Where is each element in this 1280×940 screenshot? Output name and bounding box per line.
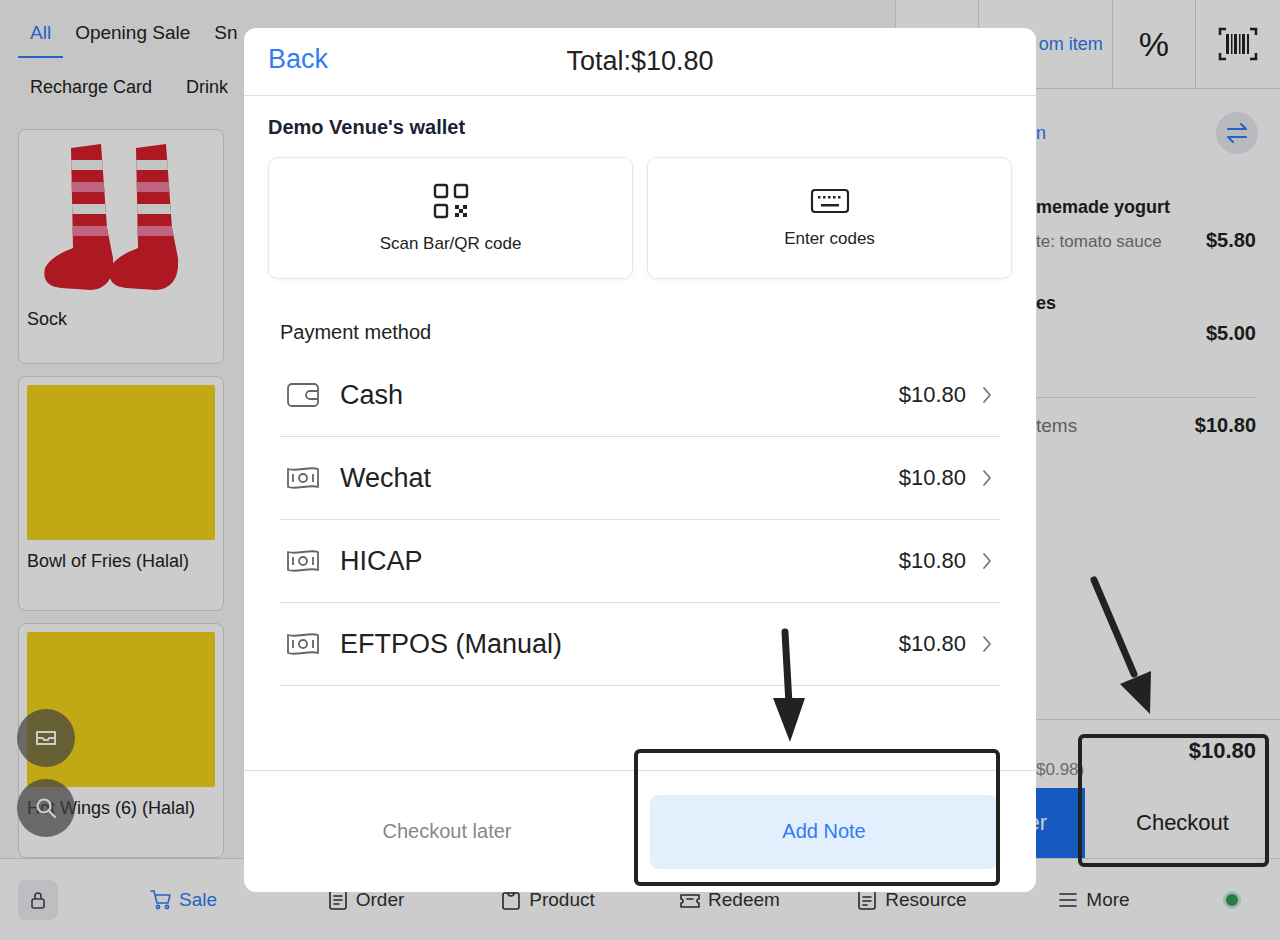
payment-name: EFTPOS (Manual) — [340, 629, 899, 660]
chevron-right-icon — [982, 552, 992, 570]
payment-amount: $10.80 — [899, 382, 966, 408]
payment-amount: $10.80 — [899, 465, 966, 491]
payment-method[interactable]: Wechat$10.80 — [280, 437, 1000, 520]
arrow-icon — [1094, 580, 1151, 714]
chevron-right-icon — [982, 469, 992, 487]
highlight-box — [634, 749, 1000, 886]
payment-name: Wechat — [340, 463, 899, 494]
banknote-icon — [286, 464, 320, 492]
highlight-box — [1078, 734, 1269, 867]
payment-name: Cash — [340, 380, 899, 411]
payment-title: Payment method — [280, 321, 1012, 344]
dialog-body: Demo Venue's wallet Scan Bar/QR code Enter… — [244, 96, 1036, 770]
annotation-arrows — [0, 0, 1280, 940]
dialog-header: Back Total:$10.80 — [244, 28, 1036, 96]
banknote-icon — [286, 547, 320, 575]
chevron-right-icon — [982, 386, 992, 404]
wallet-action[interactable]: Enter codes — [647, 157, 1012, 279]
back-button[interactable]: Back — [268, 44, 328, 75]
wallet-action[interactable]: Scan Bar/QR code — [268, 157, 633, 279]
banknote-icon — [286, 630, 320, 658]
payment-amount: $10.80 — [899, 631, 966, 657]
payment-name: HICAP — [340, 546, 899, 577]
payment-method[interactable]: EFTPOS (Manual)$10.80 — [280, 603, 1000, 686]
wallet-title: Demo Venue's wallet — [268, 116, 1012, 139]
chevron-right-icon — [982, 635, 992, 653]
dialog-footer: Checkout laterAdd Note — [244, 770, 1036, 892]
payment-methods: Cash$10.80Wechat$10.80HICAP$10.80EFTPOS … — [280, 354, 1000, 686]
wallet-icon — [286, 381, 320, 409]
add-note-button[interactable]: Add Note — [650, 795, 998, 869]
payment-method[interactable]: Cash$10.80 — [280, 354, 1000, 437]
arrow-icon — [773, 632, 805, 742]
dialog-title: Total:$10.80 — [566, 46, 713, 77]
payment-dialog: Back Total:$10.80 Demo Venue's wallet Scan … — [244, 28, 1036, 892]
wallet-action-label: Enter codes — [784, 229, 875, 249]
payment-method[interactable]: HICAP$10.80 — [280, 520, 1000, 603]
wallet-action-label: Scan Bar/QR code — [380, 234, 522, 254]
wallet-actions: Scan Bar/QR code Enter codes — [268, 157, 1012, 279]
keyboard-icon — [810, 187, 850, 215]
qr-code-icon — [432, 182, 470, 220]
payment-amount: $10.80 — [899, 548, 966, 574]
checkout-later-button[interactable]: Checkout later — [244, 820, 650, 843]
pos-screen: AllOpening SaleSnRecharge CardDrinkSockB… — [0, 0, 1280, 940]
